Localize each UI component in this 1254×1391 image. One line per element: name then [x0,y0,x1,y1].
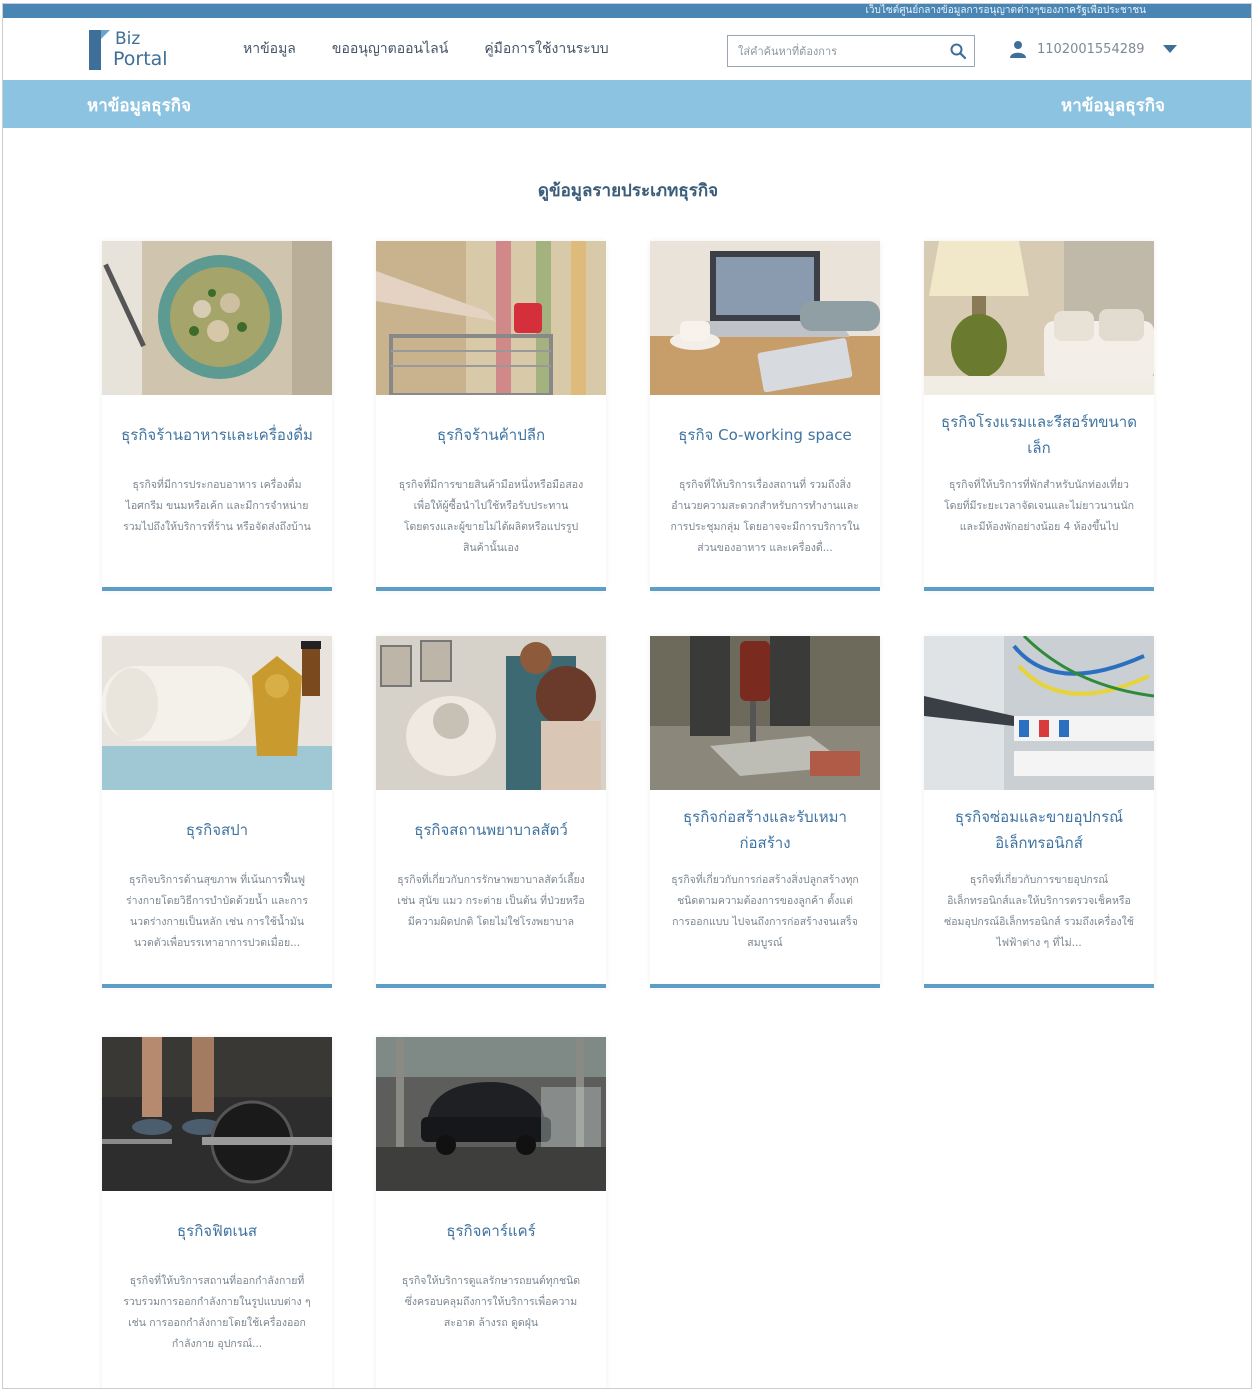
business-card-spa[interactable]: ธุรกิจสปา ธุรกิจบริการด้านสุขภาพ ที่เน้น… [102,636,332,988]
card-image-construction-drill [650,636,880,790]
card-title: ธุรกิจฟิตเนส [177,1222,257,1240]
logo-mark-icon [89,30,110,70]
card-image-laptop-coffee [650,241,880,395]
card-title: ธุรกิจโรงแรมและรีสอร์ทขนาดเล็ก [941,413,1137,457]
user-icon [1010,41,1026,58]
card-title: ธุรกิจสถานพยาบาลสัตว์ [414,821,568,839]
card-image-green-curry [102,241,332,395]
business-card-construction[interactable]: ธุรกิจก่อสร้างและรับเหมาก่อสร้าง ธุรกิจท… [650,636,880,988]
site-header: Biz Portal หาข้อมูล ขออนุญาตออนไลน์ คู่ม… [3,18,1251,80]
business-card-carcare[interactable]: ธุรกิจคาร์แคร์ ธุรกิจให้บริการดูแลรักษาร… [376,1037,606,1388]
user-id: 1102001554289 [1037,41,1145,57]
business-card-restaurant[interactable]: ธุรกิจร้านอาหารและเครื่องดื่ม ธุรกิจที่ม… [102,241,332,591]
business-card-vet[interactable]: ธุรกิจสถานพยาบาลสัตว์ ธุรกิจที่เกี่ยวกับ… [376,636,606,988]
nav-item-online-permit[interactable]: ขออนุญาตออนไลน์ [332,38,448,60]
business-card-electronics[interactable]: ธุรกิจซ่อมและขายอุปกรณ์อิเล็กทรอนิกส์ ธุ… [924,636,1154,988]
card-description: ธุรกิจให้บริการดูแลรักษารถยนต์ทุกชนิด ซึ… [401,1275,581,1329]
main-nav: หาข้อมูล ขออนุญาตออนไลน์ คู่มือการใช้งาน… [243,38,609,60]
search-box [727,35,975,67]
card-description: ธุรกิจที่มีการประกอบอาหาร เครื่องดื่ม ไอ… [123,479,311,533]
card-title: ธุรกิจคาร์แคร์ [446,1222,536,1240]
bizportal-logo[interactable]: Biz Portal [87,28,177,74]
card-title: ธุรกิจ Co-working space [678,426,852,444]
card-description: ธุรกิจที่เกี่ยวกับการรักษาพยาบาลสัตว์เลี… [397,874,585,928]
page-frame: เว็บไซต์ศูนย์กลางข้อมูลการอนุญาตต่างๆของ… [2,3,1252,1389]
logo-line1: Biz [115,29,141,49]
card-description: ธุรกิจที่เกี่ยวกับการขายอุปกรณ์อิเล็กทรอ… [944,874,1134,949]
banner-breadcrumb[interactable]: หาข้อมูลธุรกิจ [1061,92,1165,119]
card-image-spa-towel [102,636,332,790]
business-card-coworking[interactable]: ธุรกิจ Co-working space ธุรกิจที่ให้บริก… [650,241,880,591]
logo-line2: Portal [113,48,168,70]
card-image-vet-dog [376,636,606,790]
banner-title: หาข้อมูลธุรกิจ [87,96,191,116]
card-description: ธุรกิจที่มีการขายสินค้ามือหนึ่งหรือมือสอ… [398,479,584,554]
card-title: ธุรกิจซ่อมและขายอุปกรณ์อิเล็กทรอนิกส์ [954,808,1124,852]
section-title: ดูข้อมูลรายประเภทธุรกิจ [537,181,719,201]
nav-item-find-info[interactable]: หาข้อมูล [243,38,296,60]
card-image-shopping-cart [376,241,606,395]
search-icon[interactable] [950,43,966,59]
user-menu[interactable]: 1102001554289 [1009,40,1177,58]
nav-item-user-manual[interactable]: คู่มือการใช้งานระบบ [484,38,608,60]
card-title: ธุรกิจร้านอาหารและเครื่องดื่ม [121,426,313,444]
chevron-down-icon[interactable] [1162,45,1177,53]
search-input[interactable] [728,36,928,66]
business-card-retail[interactable]: ธุรกิจร้านค้าปลีก ธุรกิจที่มีการขายสินค้… [376,241,606,591]
business-card-fitness[interactable]: ธุรกิจฟิตเนส ธุรกิจที่ให้บริการสถานที่ออ… [102,1037,332,1388]
card-image-barbell [102,1037,332,1191]
card-title: ธุรกิจสปา [185,821,249,839]
card-description: ธุรกิจที่ให้บริการที่พักสำหรับนักท่องเที… [944,479,1135,533]
card-description: ธุรกิจที่เกี่ยวกับการก่อสร้างสิ่งปลูกสร้… [671,874,859,949]
top-strip: เว็บไซต์ศูนย์กลางข้อมูลการอนุญาตต่างๆของ… [3,4,1251,18]
business-card-hotel[interactable]: ธุรกิจโรงแรมและรีสอร์ทขนาดเล็ก ธุรกิจที่… [924,241,1154,591]
page-banner: หาข้อมูลธุรกิจ หาข้อมูลธุรกิจ [3,80,1251,128]
card-description: ธุรกิจที่ให้บริการสถานที่ออกกำลังกายที่ร… [123,1275,311,1350]
card-description: ธุรกิจบริการด้านสุขภาพ ที่เน้นการฟื้นฟูร… [126,874,308,949]
card-image-electrical-panel [924,636,1154,790]
card-image-car-wash [376,1037,606,1191]
card-image-hotel-room [924,241,1154,395]
card-description: ธุรกิจที่ให้บริการเรื่องสถานที่ รวมถึงสิ… [670,479,860,554]
card-title: ธุรกิจก่อสร้างและรับเหมาก่อสร้าง [683,808,847,852]
card-title: ธุรกิจร้านค้าปลีก [436,426,546,444]
